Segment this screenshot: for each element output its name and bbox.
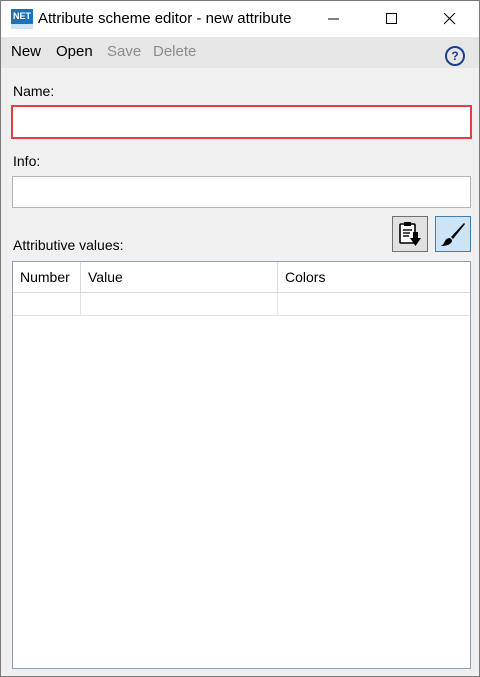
info-input[interactable] bbox=[12, 176, 471, 208]
info-label: Info: bbox=[13, 153, 41, 169]
paste-values-button[interactable] bbox=[392, 216, 428, 252]
column-header-number[interactable]: Number bbox=[13, 262, 81, 292]
app-icon: NET bbox=[11, 9, 33, 29]
cell-number[interactable] bbox=[13, 293, 81, 315]
menu-open[interactable]: Open bbox=[56, 43, 93, 60]
name-label: Name: bbox=[13, 83, 55, 99]
title-bar[interactable]: NET Attribute scheme editor - new attrib… bbox=[1, 1, 479, 37]
column-header-value[interactable]: Value bbox=[81, 262, 278, 292]
minimize-icon bbox=[328, 18, 339, 20]
clipboard-paste-icon bbox=[399, 222, 421, 246]
color-brush-button[interactable] bbox=[435, 216, 471, 252]
close-icon bbox=[444, 13, 456, 25]
minimize-button[interactable] bbox=[305, 1, 363, 37]
maximize-button[interactable] bbox=[363, 1, 421, 37]
table-row[interactable] bbox=[13, 293, 470, 316]
help-icon[interactable]: ? bbox=[445, 46, 465, 66]
cell-value[interactable] bbox=[81, 293, 278, 315]
menu-save[interactable]: Save bbox=[107, 43, 141, 60]
app-icon-text: NET bbox=[13, 11, 31, 21]
paint-brush-icon bbox=[441, 223, 465, 246]
menu-new[interactable]: New bbox=[11, 43, 41, 60]
attribute-editor-window: NET Attribute scheme editor - new attrib… bbox=[0, 0, 480, 677]
attribute-values-grid[interactable]: Number Value Colors bbox=[12, 261, 471, 669]
menu-bar: New Open Save Delete bbox=[1, 37, 479, 68]
cell-colors[interactable] bbox=[278, 293, 470, 315]
close-button[interactable] bbox=[421, 1, 479, 37]
menu-delete[interactable]: Delete bbox=[153, 43, 196, 60]
maximize-icon bbox=[386, 13, 397, 24]
grid-header: Number Value Colors bbox=[13, 262, 470, 293]
window-title: Attribute scheme editor - new attribute bbox=[38, 10, 292, 27]
attributive-values-label: Attributive values: bbox=[13, 237, 124, 253]
name-input[interactable] bbox=[11, 105, 472, 139]
column-header-colors[interactable]: Colors bbox=[278, 262, 470, 292]
